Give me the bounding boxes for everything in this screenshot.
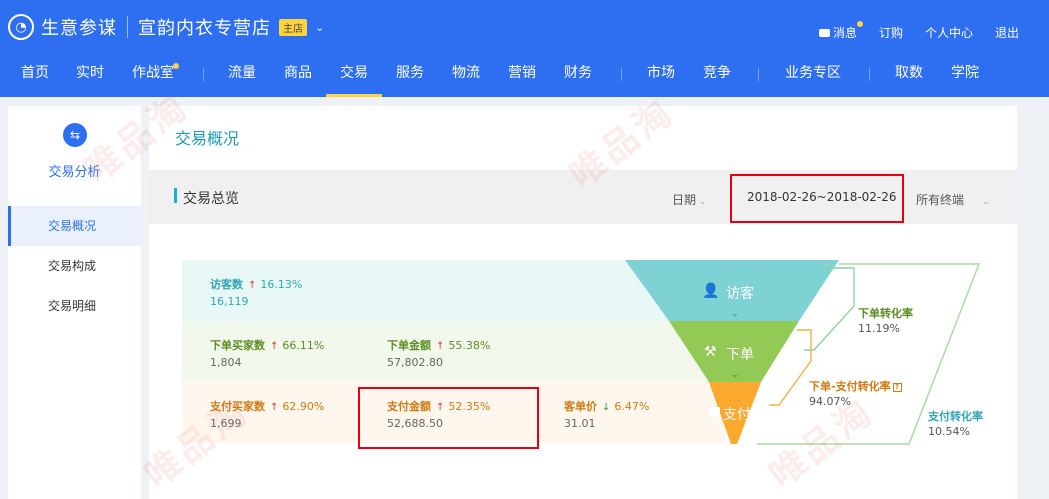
order-link[interactable]: 订购 [879, 24, 903, 41]
nav-divider [621, 68, 622, 81]
gavel-icon: ⚒ [704, 344, 717, 360]
sidebar-item-details[interactable]: 交易明细 [8, 286, 141, 326]
order-conversion-rate: 下单转化率 11.19% [858, 306, 913, 336]
funnel-label-pay: 支付 [723, 407, 751, 423]
notification-dot [856, 21, 863, 27]
nav-item-academy[interactable]: 学院 [951, 56, 979, 97]
store-name: 宣韵内衣专营店 [138, 18, 271, 39]
logo-area[interactable]: ◔ 生意参谋 宣韵内衣专营店 主店 ⌄ [8, 14, 324, 40]
nav-item-finance[interactable]: 财务 [564, 56, 592, 97]
funnel-chart [625, 260, 981, 445]
rate-value: 10.54% [928, 425, 970, 438]
sidebar: ⇆ 交易分析 交易概况 交易构成 交易明细 [8, 106, 141, 499]
sidebar-title: 交易分析 [48, 165, 101, 180]
nav-item-competition[interactable]: 竞争 [703, 56, 731, 97]
nav-item-label: 作战室 [132, 65, 174, 81]
nav-item-home[interactable]: 首页 [21, 56, 49, 97]
rate-value: 11.19% [858, 322, 900, 335]
rate-label-text: 下单-支付转化率 [809, 380, 891, 393]
help-icon[interactable]: ? [892, 382, 902, 392]
header-divider [127, 16, 128, 38]
notification-dot [173, 63, 179, 69]
nav-item-marketing[interactable]: 营销 [508, 56, 536, 97]
message-label: 消息 [832, 26, 857, 40]
exchange-icon: ⇆ [63, 123, 87, 147]
pay-conversion-rate: 支付转化率 10.54% [928, 409, 983, 439]
sidebar-item-composition[interactable]: 交易构成 [8, 246, 141, 286]
nav-item-war-room[interactable]: 作战室 [132, 56, 179, 97]
order-pay-conversion-rate: 下单-支付转化率? 94.07% [809, 379, 902, 409]
user-links: 消息 订购 个人中心 退出 [797, 21, 1019, 41]
rate-label: 下单-支付转化率? [809, 379, 902, 394]
top-header: ◔ 生意参谋 宣韵内衣专营店 主店 ⌄ 消息 订购 个人中心 退出 首页 实时 … [0, 0, 1049, 97]
wallet-icon [709, 407, 720, 417]
store-badge: 主店 [279, 18, 307, 36]
funnel-label-visitors: 访客 [726, 286, 754, 302]
message-link[interactable]: 消息 [818, 21, 863, 41]
nav-item-business-zone[interactable]: 业务专区 [785, 56, 841, 97]
rate-label: 支付转化率 [928, 410, 983, 423]
nav-item-traffic[interactable]: 流量 [228, 56, 256, 97]
brand-logo-icon: ◔ [8, 14, 34, 40]
funnel-label-orders: 下单 [726, 347, 754, 363]
rate-value: 94.07% [809, 395, 851, 408]
rate-label: 下单转化率 [858, 307, 913, 320]
nav-item-data-fetch[interactable]: 取数 [895, 56, 923, 97]
nav-divider [758, 68, 759, 81]
nav-item-realtime[interactable]: 实时 [76, 56, 104, 97]
nav-item-service[interactable]: 服务 [396, 56, 424, 97]
nav-divider [203, 68, 204, 81]
visitor-person-icon: 👤 [702, 283, 720, 299]
main-content: 交易概况 交易总览 日期 ⌄ 2018-02-26~2018-02-26 所有终端… [149, 106, 1017, 499]
nav-item-trade[interactable]: 交易 [326, 56, 382, 97]
logout-link[interactable]: 退出 [995, 24, 1019, 41]
nav-divider [869, 68, 870, 81]
personal-center-link[interactable]: 个人中心 [925, 24, 973, 41]
message-icon [818, 28, 830, 37]
nav-item-logistics[interactable]: 物流 [452, 56, 480, 97]
brand-name: 生意参谋 [41, 18, 117, 39]
sidebar-item-overview[interactable]: 交易概况 [8, 206, 141, 246]
main-nav: 首页 实时 作战室 流量 商品 交易 服务 物流 营销 财务 市场 竞争 业务专… [0, 56, 1049, 97]
nav-item-products[interactable]: 商品 [284, 56, 312, 97]
chevron-down-icon[interactable]: ⌄ [315, 21, 324, 34]
nav-item-market[interactable]: 市场 [647, 56, 675, 97]
